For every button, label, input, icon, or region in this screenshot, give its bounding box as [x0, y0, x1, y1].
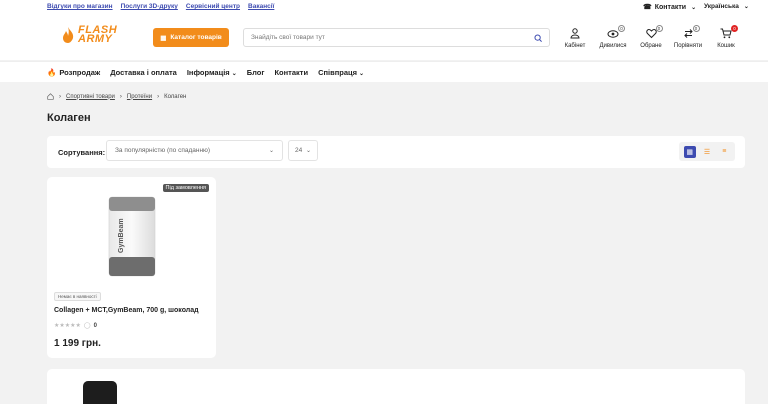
- nav-item-contacts[interactable]: Контакти: [274, 68, 308, 77]
- search-input[interactable]: [251, 34, 534, 41]
- cart-label: Кошик: [717, 43, 735, 49]
- top-links: Відгуки про магазин Послуги 3D-друку Сер…: [47, 3, 274, 10]
- grid-icon: ▦: [686, 148, 693, 156]
- grid-icon: ▦: [160, 34, 167, 42]
- page-title: Колаген: [47, 112, 91, 124]
- account-label: Кабінет: [564, 43, 586, 49]
- chevron-down-icon: ⌄: [268, 148, 274, 154]
- rating: ★★★★★ ◯ 0: [54, 322, 97, 330]
- breadcrumb-proteins[interactable]: Протеїни: [127, 94, 152, 100]
- cart-badge: 0: [731, 25, 738, 32]
- grid-view-button[interactable]: ▦: [683, 145, 696, 158]
- favorites-badge: 0: [655, 25, 663, 32]
- nav-item-cooperation[interactable]: Співпраця ⌄: [318, 68, 364, 77]
- availability-label: Немає в наявності: [54, 292, 101, 301]
- flame-logo-icon: [63, 27, 74, 43]
- top-link-3d-print[interactable]: Послуги 3D-друку: [121, 3, 178, 10]
- language-select[interactable]: Українська ⌄: [704, 3, 749, 10]
- product-image[interactable]: GymBeam: [107, 195, 157, 278]
- main-nav: 🔥 Розпродаж Доставка і оплата Інформація ⌄…: [0, 61, 768, 82]
- top-link-vacancies[interactable]: Вакансії: [248, 3, 274, 10]
- compare-button[interactable]: 0 Порівняти: [668, 25, 708, 49]
- compare-label: Порівняти: [673, 43, 703, 49]
- phone-icon: ☎: [643, 4, 652, 11]
- nav-item-cooperation-label: Співпраця: [318, 68, 357, 77]
- favorites-button[interactable]: 0 Обране: [631, 25, 671, 49]
- top-link-service[interactable]: Сервісний центр: [186, 3, 240, 10]
- chevron-down-icon: ⌄: [358, 71, 365, 77]
- cart-icon: 0: [720, 25, 738, 41]
- product-image-jar[interactable]: [83, 381, 117, 404]
- nav-item-info[interactable]: Інформація ⌄: [187, 68, 237, 77]
- header: FLASH ARMY ▦ Каталог товарів Кабінет 0 Д…: [0, 14, 768, 60]
- logo-text-2: ARMY: [78, 33, 113, 45]
- catalog-button-label: Каталог товарів: [170, 34, 222, 41]
- pack-brand-text: GymBeam: [118, 218, 125, 253]
- search-icon[interactable]: [534, 33, 542, 42]
- breadcrumb: › Спортивні товари › Протеїни › Колаген: [47, 93, 186, 100]
- list-icon: ☰: [703, 148, 711, 156]
- language-label: Українська: [704, 3, 739, 10]
- rating-stars-icon: ★★★★★: [54, 323, 81, 329]
- compare-icon: 0: [683, 25, 700, 41]
- nav-item-delivery[interactable]: Доставка і оплата: [110, 68, 177, 77]
- sort-panel: Сортування: За популярністю (по спаданню…: [47, 136, 745, 168]
- sort-label: Сортування:: [58, 148, 106, 157]
- list-view-button[interactable]: ☰: [701, 146, 713, 158]
- cart-button[interactable]: 0 Кошик: [706, 25, 746, 49]
- chevron-down-icon: ⌄: [743, 4, 749, 10]
- top-bar: Відгуки про магазин Послуги 3D-друку Сер…: [0, 0, 768, 14]
- nav-item-blog[interactable]: Блог: [247, 68, 265, 77]
- nav-item-info-label: Інформація: [186, 68, 230, 77]
- view-toggle: ▦ ☰ ≡: [679, 142, 735, 161]
- product-price: 1 199 грн.: [54, 338, 101, 349]
- status-badge: Під замовлення: [162, 184, 209, 192]
- compact-list-icon: ≡: [722, 148, 727, 155]
- per-page-select[interactable]: 24 ⌄: [288, 140, 318, 161]
- sort-selected: За популярністю (по спаданню): [115, 147, 211, 154]
- comment-icon[interactable]: ◯: [84, 322, 91, 329]
- viewed-badge: 0: [618, 25, 625, 32]
- chevron-down-icon: ⌄: [691, 4, 697, 11]
- viewed-button[interactable]: 0 Дивилися: [593, 25, 633, 49]
- nav-item-sale-label: Розпродаж: [59, 68, 101, 77]
- product-card[interactable]: Під замовлення GymBeam Немає в наявності…: [47, 177, 216, 358]
- product-name[interactable]: Collagen + MCT,GymBeam, 700 g, шоколад: [54, 307, 199, 314]
- nav-item-sale[interactable]: 🔥 Розпродаж: [47, 68, 100, 77]
- per-page-value: 24: [295, 147, 303, 154]
- top-link-reviews[interactable]: Відгуки про магазин: [47, 3, 113, 10]
- breadcrumb-sport[interactable]: Спортивні товари: [66, 94, 115, 100]
- fire-icon: 🔥: [47, 68, 57, 77]
- contacts-label: Контакти: [654, 3, 687, 11]
- heart-icon: 0: [645, 25, 663, 41]
- breadcrumb-separator: ›: [59, 93, 61, 100]
- sort-select[interactable]: За популярністю (по спаданню) ⌄: [106, 140, 283, 161]
- product-card-next[interactable]: [47, 369, 745, 404]
- catalog-button[interactable]: ▦ Каталог товарів: [153, 28, 229, 47]
- chevron-down-icon: ⌄: [305, 148, 311, 154]
- contacts-dropdown[interactable]: ☎ Контакти ⌄: [643, 3, 697, 12]
- breadcrumb-separator: ›: [119, 93, 122, 100]
- logo[interactable]: FLASH ARMY: [62, 25, 117, 45]
- compact-view-button[interactable]: ≡: [718, 146, 730, 158]
- favorites-label: Обране: [640, 43, 662, 49]
- review-count: 0: [93, 322, 97, 329]
- eye-icon: 0: [607, 25, 625, 41]
- breadcrumb-separator: ›: [157, 93, 160, 100]
- chevron-down-icon: ⌄: [231, 71, 237, 77]
- breadcrumb-current: Колаген: [164, 93, 187, 100]
- viewed-label: Дивилися: [599, 43, 627, 49]
- home-icon[interactable]: [47, 93, 54, 100]
- account-button[interactable]: Кабінет: [555, 28, 595, 49]
- user-icon: [570, 28, 580, 41]
- search-bar: [243, 28, 550, 47]
- compare-badge: 0: [692, 25, 700, 32]
